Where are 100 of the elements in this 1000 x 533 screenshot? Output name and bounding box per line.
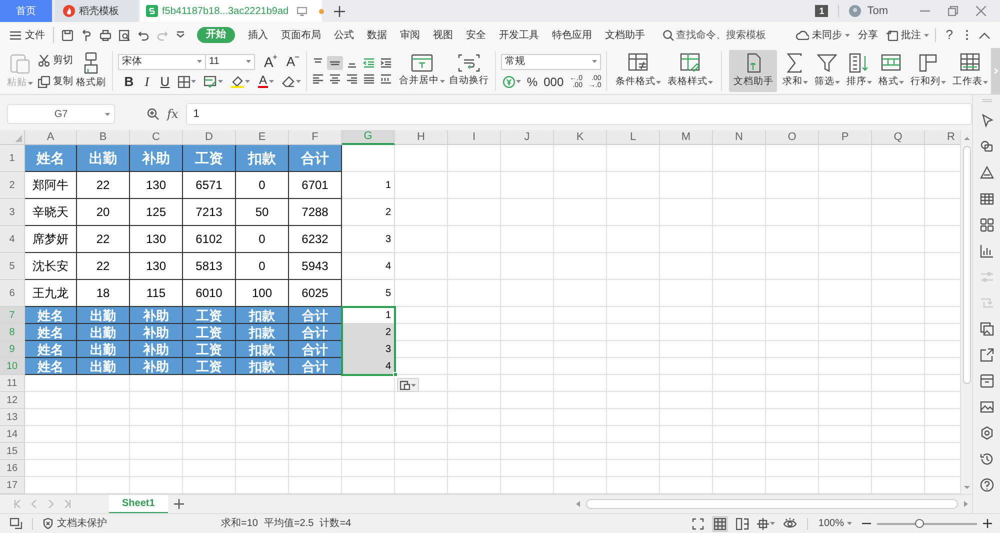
document-assistant-button[interactable]: 文档助手 [729,50,778,92]
row-header[interactable]: 2 [0,172,25,199]
font-size-field[interactable]: 11 [204,54,255,70]
cursor-icon[interactable] [980,114,994,128]
row-header[interactable]: 6 [0,280,25,307]
formula-field[interactable]: 1 [186,103,972,125]
sliders-icon[interactable] [980,270,994,284]
slider-thumb[interactable] [915,519,924,528]
zoom-icon[interactable] [147,108,159,120]
font-name-field[interactable]: 宋体 [118,54,206,70]
collapse-ribbon-icon[interactable] [979,32,990,38]
zoom-menu[interactable]: 100% [818,516,852,531]
help-button[interactable]: ? [946,25,953,45]
bold-button[interactable]: B [124,74,134,88]
triangle-icon[interactable] [980,166,994,180]
column-header[interactable]: M [660,130,713,145]
restore-icon[interactable] [948,6,958,16]
status-panel-icon[interactable] [10,518,22,529]
share-out-icon[interactable] [980,348,994,362]
number-format-field[interactable]: 常规 [500,54,601,70]
filter-button[interactable]: 筛选 [813,50,842,92]
wrap-text-button[interactable]: 自动换行 [448,50,490,92]
number-style-button[interactable]: % [526,76,538,88]
row-header[interactable]: 1 [0,145,25,172]
print-icon[interactable] [100,30,111,40]
row-header[interactable]: 3 [0,199,25,226]
number-style-button[interactable]: 000 [544,76,564,88]
more-icon[interactable] [965,29,969,41]
zoom-slider[interactable] [877,518,977,528]
fill-color-icon[interactable] [230,75,244,88]
scroll-thumb[interactable] [962,146,970,384]
save-icon[interactable] [62,30,73,40]
help-circle-icon[interactable] [980,478,994,492]
normal-view-icon[interactable] [714,518,726,530]
format-button[interactable]: 格式 [877,50,906,92]
archive-icon[interactable] [980,374,994,388]
column-header[interactable]: P [819,130,872,145]
justify-icon[interactable] [362,74,375,84]
share-button[interactable]: 分享 [858,28,878,42]
align-right-icon[interactable] [346,74,358,84]
cut-button[interactable]: 剪切 [38,53,73,68]
column-header[interactable]: Q [872,130,925,145]
tab[interactable]: 稻壳模板 [55,0,138,22]
file-menu[interactable]: 文件 [10,28,45,42]
shapes-icon[interactable] [980,140,994,154]
table-style-button[interactable]: 表格样式 [666,50,714,92]
vertical-scrollbar[interactable] [960,130,972,494]
column-header[interactable]: K [554,130,607,145]
column-header[interactable]: E [236,130,289,145]
image-icon[interactable] [980,400,994,414]
column-header[interactable]: J [501,130,554,145]
apps-icon[interactable] [980,218,994,232]
row-header[interactable]: 12 [0,392,25,409]
column-header[interactable]: B [77,130,130,145]
column-header[interactable]: F [289,130,342,145]
column-header[interactable]: L [607,130,660,145]
export-icon[interactable] [81,30,92,40]
column-header[interactable]: A [25,130,77,145]
row-header[interactable]: 17 [0,477,25,494]
ribbon-tab[interactable]: 安全 [466,28,486,42]
freeze-icon[interactable] [757,518,770,530]
align-left-icon[interactable] [312,74,324,84]
worksheet-button[interactable]: 工作表 [951,50,990,92]
shrink-font-button[interactable]: A [286,54,299,68]
decrease-indent-icon[interactable] [362,58,375,68]
zoom-in-icon[interactable] [983,519,992,528]
fullscreen-icon[interactable] [692,518,704,530]
undo-icon[interactable] [138,30,149,40]
italic-button[interactable]: I [142,74,152,88]
user-name[interactable]: Tom [867,2,888,20]
page-break-icon[interactable] [736,518,750,530]
ribbon-tab[interactable]: 数据 [367,28,387,42]
conditional-format-button[interactable]: 条件格式 [614,50,662,92]
column-header[interactable]: N [713,130,766,145]
print-preview-icon[interactable] [119,30,130,40]
row-column-button[interactable]: 行和列 [909,50,948,92]
currency-icon[interactable] [502,76,515,88]
column-header[interactable]: C [130,130,183,145]
ribbon-tab[interactable]: 插入 [248,28,268,42]
gallery-icon[interactable] [980,322,994,336]
ribbon-tab[interactable]: 页面布局 [281,28,321,42]
command-search[interactable]: 查找命令、搜索模板 [663,28,766,42]
font-color-button[interactable]: A [258,75,274,88]
eraser-icon[interactable] [282,76,295,87]
column-header[interactable]: O [766,130,819,145]
scroll-thumb[interactable] [586,499,958,509]
column-header[interactable]: R [925,130,960,145]
format-painter-button[interactable]: 格式刷 [75,50,107,92]
row-header[interactable]: 4 [0,226,25,253]
row-header[interactable]: 5 [0,253,25,280]
close-icon[interactable] [976,6,986,16]
merge-center-button[interactable]: 合并居中 [398,50,446,92]
sum-button[interactable]: 求和 [781,50,810,92]
row-header[interactable]: 13 [0,409,25,426]
column-header[interactable]: I [448,130,501,145]
increase-indent-icon[interactable] [380,58,392,68]
row-header[interactable]: 14 [0,426,25,443]
distribute-icon[interactable] [380,74,392,84]
ribbon-tab[interactable]: 特色应用 [552,28,592,42]
grow-font-button[interactable]: A [264,54,278,68]
